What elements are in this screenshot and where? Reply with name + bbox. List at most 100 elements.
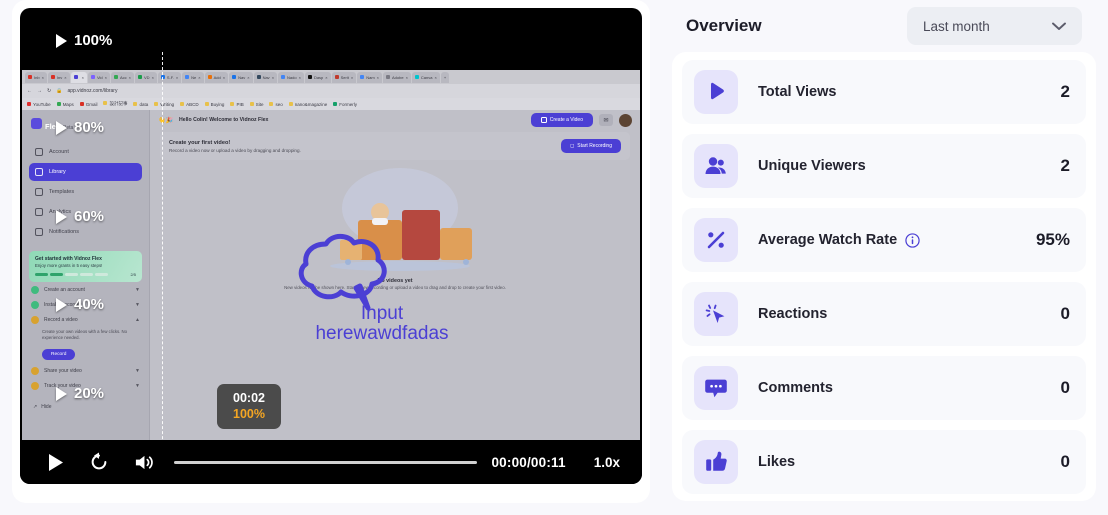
recorded-browser-tab: VD × [135, 72, 157, 83]
bookmark-label: Maps [63, 102, 74, 107]
bookmark-item: nano&magazine [289, 102, 328, 107]
annotation-speech-bubble-icon [296, 226, 392, 312]
recorded-browser-tab: Inv × [48, 72, 70, 83]
replay-button[interactable] [82, 445, 116, 479]
recorded-nav-item: Templates [29, 183, 142, 201]
player-controls[interactable]: 00:00/00:11 1.0x [20, 440, 642, 484]
bookmark-favicon-icon [80, 102, 84, 106]
percent-marker: 100% [56, 32, 112, 49]
stat-row[interactable]: Total Views 2 [682, 60, 1086, 124]
bookmark-favicon-icon [230, 102, 234, 106]
percent-marker-label: 100% [74, 32, 112, 49]
stat-value: 0 [1061, 452, 1070, 472]
recorded-app-topbar: 👋🎉 Hello Colin! Welcome to Vidnoz Flex C… [150, 110, 640, 130]
reload-icon: ↻ [47, 88, 51, 94]
bookmark-label: seo [275, 102, 282, 107]
empty-state-illustration [150, 166, 640, 278]
bookmark-item: YouTube [27, 102, 51, 107]
promo-progress-bar [65, 273, 78, 276]
playback-speed[interactable]: 1.0x [594, 455, 620, 470]
stat-row[interactable]: Unique Viewers 2 [682, 134, 1086, 198]
panel-title: Create your first video! [169, 140, 301, 146]
date-range-select[interactable]: Last month [907, 7, 1082, 45]
tab-label: Inv [57, 75, 62, 80]
step-label: Record a video [44, 317, 78, 323]
tab-favicon-icon [308, 75, 312, 79]
logo-beta-badge: Beta [63, 125, 73, 131]
recorded-browser-tab: Inb × [25, 72, 47, 83]
promo-progress: 2/5 [35, 272, 136, 277]
bookmark-label: ABCD [186, 102, 199, 107]
info-icon[interactable] [905, 233, 920, 248]
recorded-browser-tabbar: Inb × Inv × × Vid × Acc × VD × S.F. × Ne… [22, 70, 640, 84]
check-circle-icon [31, 301, 39, 309]
stat-row[interactable]: Likes 0 [682, 430, 1086, 494]
recorded-browser-tab: Nav × [229, 72, 252, 83]
chevron-up-icon: ▲ [135, 317, 140, 323]
bookmark-item: Buying [205, 102, 225, 107]
bookmark-item: data [133, 102, 148, 107]
bell-icon [35, 228, 43, 236]
recorded-step: Install a recorder ▼ [29, 297, 142, 312]
recorded-browser-tab: Canva × [412, 72, 440, 83]
video-frame[interactable]: Inb × Inv × × Vid × Acc × VD × S.F. × Ne… [20, 8, 642, 484]
library-icon [35, 168, 43, 176]
volume-icon [133, 453, 154, 472]
templates-icon [35, 188, 43, 196]
recorded-app-sidebar: Flex Beta Account Library Templates Anal… [22, 110, 150, 442]
chevron-down-icon: ▼ [135, 302, 140, 308]
tab-label: Ne [191, 75, 196, 80]
bookmark-label: Buying [211, 102, 225, 107]
tab-favicon-icon [208, 75, 212, 79]
play-button[interactable] [38, 445, 72, 479]
bookmark-favicon-icon [57, 102, 61, 106]
chevron-down-icon: ▼ [135, 368, 140, 374]
bookmark-label: Gmail [86, 102, 98, 107]
recorded-browser-tab: Dasp × [305, 72, 331, 83]
tooltip-percent: 100% [233, 407, 265, 423]
date-range-value: Last month [923, 19, 990, 34]
recorded-onboarding-promo: Get started with Vidnoz Flex Enjoy more … [29, 251, 142, 282]
bookmark-item: seo [269, 102, 282, 107]
plus-box-icon [541, 117, 547, 123]
bookmark-item: Writing [154, 102, 174, 107]
back-icon: ← [27, 88, 32, 94]
comment-icon [694, 366, 738, 410]
tab-close-icon: × [434, 75, 436, 80]
recorded-step: Track your video ▼ [29, 379, 142, 394]
bookmark-label: nano&magazine [295, 102, 328, 107]
stat-label: Comments [758, 380, 833, 396]
tab-favicon-icon [415, 75, 419, 79]
promo-progress-count: 2/5 [130, 272, 136, 277]
logo-text: Flex [45, 122, 60, 131]
stat-value: 0 [1061, 378, 1070, 398]
tab-label: Adobe [392, 75, 404, 80]
people-icon [694, 144, 738, 188]
logo-mark-icon [31, 118, 42, 129]
seek-track[interactable] [174, 461, 477, 464]
stat-label: Reactions [758, 306, 827, 322]
stat-row[interactable]: Comments 0 [682, 356, 1086, 420]
tab-favicon-icon [185, 75, 189, 79]
tab-close-icon: × [82, 75, 84, 80]
recorded-browser-tab: Nam × [357, 72, 382, 83]
step-number-icon [31, 382, 39, 390]
forward-icon: → [37, 88, 42, 94]
stat-row[interactable]: Average Watch Rate 95% [682, 208, 1086, 272]
recorded-nav-item: Account [29, 143, 142, 161]
stat-row[interactable]: Reactions 0 [682, 282, 1086, 346]
nav-label: Notifications [49, 229, 79, 235]
new-tab-button: + [441, 72, 449, 83]
bookmark-favicon-icon [250, 102, 254, 106]
bookmark-label: data [139, 102, 148, 107]
stat-label: Likes [758, 454, 795, 470]
start-recording-label: Start Recording [577, 143, 612, 149]
tab-close-icon: × [377, 75, 379, 80]
bookmark-favicon-icon [289, 102, 293, 106]
volume-button[interactable] [126, 445, 160, 479]
promo-subtitle: Enjoy more grants in 5 easy steps! [35, 263, 136, 268]
seek-bar[interactable] [160, 461, 491, 464]
tab-favicon-icon [386, 75, 390, 79]
thumbs-up-icon [694, 440, 738, 484]
step-label: Create an account [44, 287, 85, 293]
